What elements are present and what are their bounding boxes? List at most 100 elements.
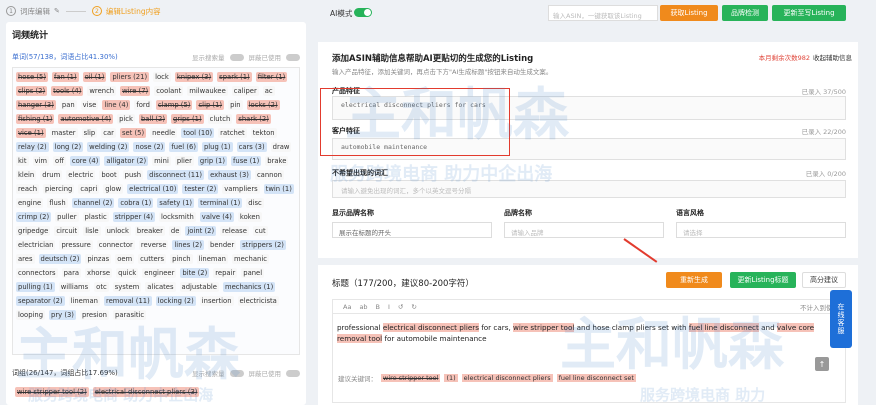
keyword-chip[interactable]: brake: [265, 156, 289, 166]
keyword-chip[interactable]: kit: [16, 156, 29, 166]
keyword-chip[interactable]: clamp (5): [155, 100, 193, 110]
keyword-chip[interactable]: electrical (10): [127, 184, 179, 194]
keyword-chip[interactable]: flush: [47, 198, 68, 208]
keyword-chip[interactable]: filter (1): [255, 72, 288, 82]
get-listing-button[interactable]: 获取Listing: [660, 5, 718, 21]
keyword-chip[interactable]: gripedge: [16, 226, 51, 236]
keyword-chip[interactable]: electrical disconnect pliers (3): [92, 387, 200, 397]
keyword-chip[interactable]: lineman: [196, 254, 228, 264]
keyword-chip[interactable]: vim: [32, 156, 50, 166]
keyword-chip[interactable]: clip (1): [196, 100, 225, 110]
keyword-chip[interactable]: wire (7): [120, 86, 151, 96]
keyword-chip[interactable]: mechanic: [232, 254, 269, 264]
keyword-chip[interactable]: circuit: [54, 226, 80, 236]
keyword-chip[interactable]: reach: [16, 184, 40, 194]
keyword-chip[interactable]: pin: [228, 100, 243, 110]
keyword-chip[interactable]: locks (2): [246, 100, 280, 110]
keyword-chip[interactable]: plier: [174, 156, 194, 166]
step-1[interactable]: 1 词库编辑 ✎: [6, 6, 60, 17]
keyword-chip[interactable]: disc: [246, 198, 264, 208]
keyword-chip[interactable]: disconnect (11): [147, 170, 205, 180]
keyword-chip[interactable]: slip: [81, 128, 98, 138]
keyword-chip[interactable]: repair: [213, 268, 238, 278]
toolbar-tool[interactable]: ab: [359, 303, 367, 311]
keyword-chip[interactable]: wire stripper tool (2): [15, 387, 89, 397]
keyword-chip[interactable]: cars (3): [236, 142, 267, 152]
keyword-chip[interactable]: tester (2): [182, 184, 219, 194]
keyword-chip[interactable]: hose (5): [16, 72, 48, 82]
keyword-chip[interactable]: draw: [270, 142, 292, 152]
keyword-chip[interactable]: long (2): [52, 142, 84, 152]
keyword-chip[interactable]: cannon: [254, 170, 284, 180]
keyword-chip[interactable]: pulling (1): [16, 282, 55, 292]
language-style-select[interactable]: 请选择: [676, 222, 846, 238]
keyword-chip[interactable]: ford: [134, 100, 152, 110]
keyword-chip[interactable]: alligator (2): [104, 156, 149, 166]
keyword-chip[interactable]: off: [53, 156, 66, 166]
toolbar-tool[interactable]: ↻: [411, 303, 416, 311]
keyword-chip[interactable]: crimp (2): [16, 212, 52, 222]
keyword-chip[interactable]: xhorse: [85, 268, 113, 278]
keyword-chip[interactable]: pinch: [170, 254, 193, 264]
keyword-chip[interactable]: welding (2): [87, 142, 130, 152]
suggested-keyword[interactable]: fuel line disconnect set: [556, 374, 636, 382]
keyword-chip[interactable]: oem: [115, 254, 135, 264]
keyword-chip[interactable]: clutch: [207, 114, 233, 124]
hide-used-toggle-2[interactable]: [286, 369, 300, 377]
keyword-chip[interactable]: plastic: [82, 212, 109, 222]
keyword-chip[interactable]: pinzas: [85, 254, 112, 264]
keyword-chip[interactable]: cobra (1): [118, 198, 154, 208]
keyword-chip[interactable]: tools (4): [51, 86, 84, 96]
keyword-chip[interactable]: coolant: [154, 86, 184, 96]
suggested-keyword[interactable]: electrical disconnect pliers: [461, 374, 553, 382]
keyword-chip[interactable]: pan: [59, 100, 77, 110]
keyword-chip[interactable]: adjustable: [179, 282, 219, 292]
customer-service-widget[interactable]: 在线客服: [830, 290, 852, 348]
keyword-chip[interactable]: boot: [99, 170, 119, 180]
keyword-chip[interactable]: panel: [241, 268, 265, 278]
keyword-chip[interactable]: reverse: [138, 240, 169, 250]
keyword-chip[interactable]: glow: [103, 184, 124, 194]
keyword-chip[interactable]: vise: [80, 100, 99, 110]
keyword-chip[interactable]: needle: [150, 128, 178, 138]
keyword-chip[interactable]: de: [168, 226, 182, 236]
keyword-chip[interactable]: connector: [96, 240, 135, 250]
keyword-chip[interactable]: lineman: [68, 296, 100, 306]
keyword-chip[interactable]: stripper (4): [112, 212, 156, 222]
keyword-chip[interactable]: pry (3): [49, 310, 76, 320]
keyword-chip[interactable]: para: [61, 268, 82, 278]
keyword-chip[interactable]: locksmith: [159, 212, 196, 222]
keyword-chip[interactable]: nose (2): [133, 142, 166, 152]
keyword-chip[interactable]: plug (1): [201, 142, 233, 152]
keyword-chip[interactable]: core (4): [69, 156, 101, 166]
keyword-chip[interactable]: ac: [262, 86, 275, 96]
suggested-keyword[interactable]: wire stripper tool: [381, 374, 441, 382]
brand-name-input[interactable]: 请输入品牌: [504, 222, 664, 238]
keyword-chip[interactable]: deutsch (2): [38, 254, 82, 264]
keyword-chip[interactable]: electric: [66, 170, 96, 180]
keyword-chip[interactable]: looping: [16, 310, 46, 320]
update-listing-button[interactable]: 更新至写Listing: [772, 5, 846, 21]
keyword-chip[interactable]: electricista: [237, 296, 279, 306]
ai-mode-toggle[interactable]: [354, 8, 372, 17]
keyword-chip[interactable]: piercing: [43, 184, 75, 194]
hide-used-toggle[interactable]: [286, 53, 300, 61]
keyword-chip[interactable]: oil (1): [82, 72, 107, 82]
keyword-chip[interactable]: ares: [16, 254, 35, 264]
keyword-chip[interactable]: set (5): [119, 128, 147, 138]
show-volume-toggle-2[interactable]: [229, 369, 244, 377]
keyword-chip[interactable]: quick: [116, 268, 139, 278]
toolbar-tool[interactable]: ↺: [398, 303, 403, 311]
keyword-chip[interactable]: ball (2): [138, 114, 167, 124]
keyword-chip[interactable]: lock: [153, 72, 171, 82]
keyword-chip[interactable]: grip (1): [197, 156, 228, 166]
toolbar-tool[interactable]: B: [376, 303, 380, 311]
keyword-chip[interactable]: ratchet: [218, 128, 247, 138]
keyword-chip[interactable]: pliers (21): [110, 72, 150, 82]
keyword-chip[interactable]: separator (2): [16, 296, 65, 306]
keyword-chip[interactable]: engineer: [142, 268, 177, 278]
keyword-chip[interactable]: bite (2): [180, 268, 210, 278]
keyword-chip[interactable]: wrench: [87, 86, 117, 96]
update-title-button[interactable]: 更新Listing标题: [730, 272, 796, 288]
keyword-chip[interactable]: pick: [117, 114, 135, 124]
